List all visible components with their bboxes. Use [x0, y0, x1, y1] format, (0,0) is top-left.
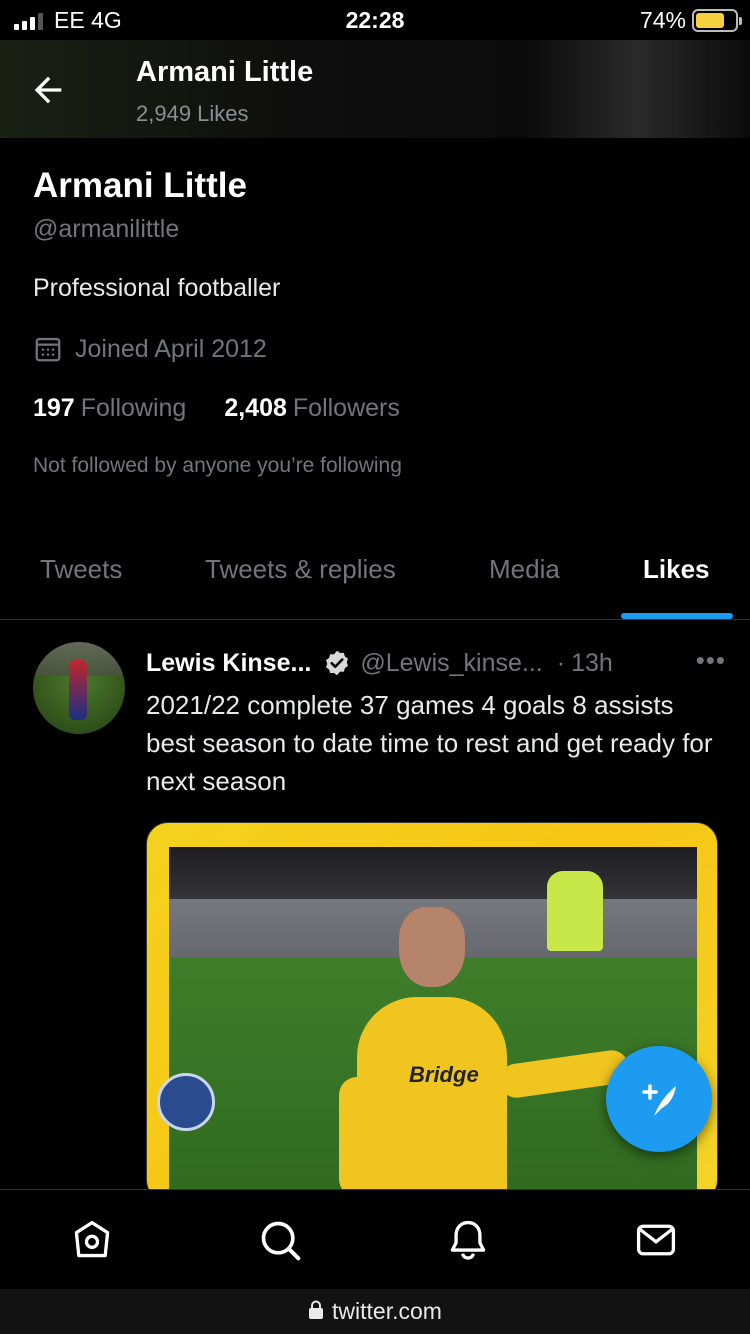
followers-label: Followers — [292, 394, 400, 422]
mail-icon[interactable] — [634, 1218, 678, 1262]
mutual-followers-note: Not followed by anyone you’re following — [33, 454, 402, 477]
tab-likes[interactable]: Likes — [643, 554, 710, 585]
follow-stats: 197 Following 2,408 Followers — [33, 394, 400, 423]
shirt-sponsor-text: Bridge — [409, 1062, 479, 1087]
bell-icon[interactable] — [446, 1218, 490, 1262]
tweet-photo: Bridge — [169, 847, 697, 1201]
club-crest-icon — [157, 1073, 215, 1131]
followers-link[interactable]: 2,408 Followers — [224, 394, 400, 423]
following-count: 197 — [33, 394, 75, 422]
verified-badge-icon — [326, 650, 349, 676]
following-label: Following — [80, 394, 187, 422]
active-tab-indicator — [621, 613, 733, 619]
profile-header: Armani Little 2,949 Likes — [0, 40, 750, 138]
meta-separator: · — [556, 648, 566, 677]
calendar-icon — [35, 337, 61, 362]
home-icon[interactable] — [70, 1218, 114, 1262]
profile-handle: @armanilittle — [33, 215, 180, 243]
following-link[interactable]: 197 Following — [33, 394, 186, 423]
search-icon[interactable] — [258, 1218, 302, 1262]
joined-label: Joined April 2012 — [75, 334, 267, 363]
back-arrow-icon[interactable] — [28, 70, 68, 110]
compose-feather-icon — [642, 1084, 676, 1116]
header-likes-count: 2,949 Likes — [136, 101, 249, 126]
tab-tweets-and-replies[interactable]: Tweets & replies — [205, 554, 396, 585]
bottom-nav — [0, 1189, 750, 1289]
battery-percent: 74% — [639, 7, 686, 33]
lock-icon — [309, 1300, 324, 1319]
header-title: Armani Little — [136, 56, 314, 88]
tweet-author-name[interactable]: Lewis Kinse... — [146, 649, 311, 678]
status-time: 22:28 — [345, 7, 405, 33]
browser-url-bar[interactable]: twitter.com — [0, 1289, 750, 1334]
tab-media[interactable]: Media — [489, 554, 560, 585]
tweet-text: 2021/22 complete 37 games 4 goals 8 assi… — [146, 690, 713, 796]
url-text: twitter.com — [332, 1298, 442, 1324]
tweet-header: Lewis Kinse... @Lewis_kinse... · 13h ••• — [146, 645, 726, 681]
followers-count: 2,408 — [224, 394, 287, 422]
avatar[interactable] — [33, 642, 125, 734]
tab-tweets[interactable]: Tweets — [40, 554, 122, 585]
profile-tabs: Tweets Tweets & replies Media Likes — [0, 540, 750, 620]
battery-icon — [692, 9, 742, 32]
more-options-icon[interactable]: ••• — [696, 645, 726, 676]
profile-bio: Professional footballer — [33, 274, 281, 302]
status-bar: EE 4G 22:28 74% — [0, 0, 750, 40]
profile-name: Armani Little — [33, 166, 247, 205]
tweet-author-handle[interactable]: @Lewis_kinse... — [360, 649, 542, 678]
joined-date: Joined April 2012 — [33, 334, 267, 364]
compose-tweet-button[interactable] — [606, 1046, 712, 1152]
tweet-timestamp[interactable]: 13h — [571, 649, 613, 678]
